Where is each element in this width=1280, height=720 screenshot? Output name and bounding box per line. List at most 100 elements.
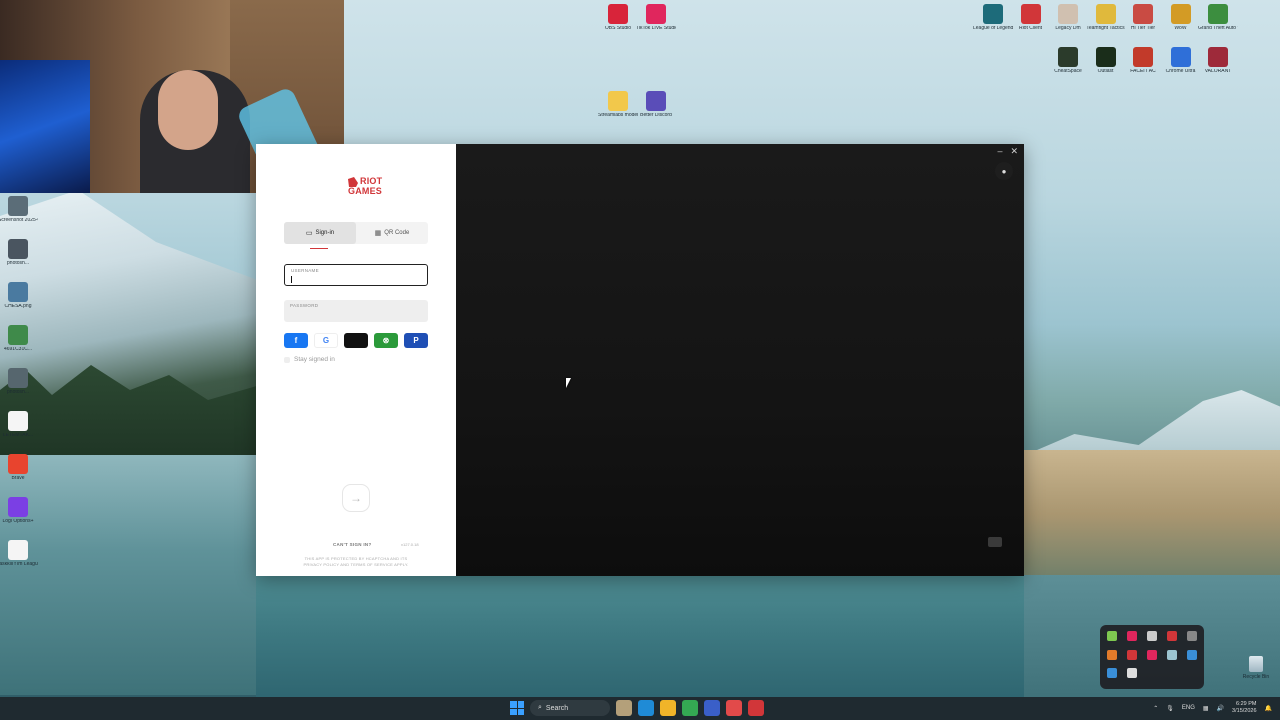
desktop-icon[interactable]: CHESA.png	[0, 282, 38, 310]
desktop-icon[interactable]: Riot Client	[1011, 4, 1051, 32]
desktop-icon[interactable]: OBS Studio	[598, 4, 638, 32]
apple-sign-in-button[interactable]	[344, 333, 368, 348]
tray-app-icon[interactable]	[1107, 668, 1117, 679]
desktop-icon[interactable]: Legacy Dm	[1048, 4, 1088, 32]
tray-app-icon[interactable]	[1127, 668, 1137, 679]
tray-app-icon[interactable]	[1187, 631, 1197, 641]
riot-client-window: RIOT GAMES ▭ Sign-in ▦ QR Code USERNAME …	[256, 144, 1024, 576]
app-icon	[646, 4, 666, 24]
recycle-bin-label: Recycle Bin	[1242, 674, 1270, 680]
desktop-icon-label: League of Legends	[973, 26, 1013, 31]
app-icon	[1095, 4, 1116, 24]
taskbar-search[interactable]: ⌕ Search	[530, 700, 610, 716]
desktop-icon[interactable]: taskkill f im LeagueClie...	[0, 540, 38, 568]
wallpaper-field-right	[1023, 450, 1280, 580]
tab-qr-code[interactable]: ▦ QR Code	[356, 222, 428, 244]
recycle-bin-icon[interactable]: Recycle Bin	[1236, 656, 1276, 680]
desktop-icon[interactable]: photosh...	[0, 239, 38, 267]
desktop-icon[interactable]: Hi Tier Tier	[1123, 4, 1163, 32]
desktop-icon-label: TikTok LIVE Studio	[636, 26, 676, 31]
taskbar-app-file-explorer[interactable]	[660, 700, 676, 716]
app-icon	[1133, 4, 1153, 24]
taskbar-app-chrome-canary[interactable]	[726, 700, 742, 716]
cant-sign-in-link[interactable]: CAN'T SIGN IN?	[333, 542, 372, 547]
taskbar-app-edge[interactable]	[638, 700, 654, 716]
mouse-cursor	[566, 378, 575, 388]
wallpaper-lake-left	[0, 455, 260, 695]
desktop-icon[interactable]: Brave	[0, 454, 38, 482]
app-icon	[8, 325, 28, 345]
desktop-icon[interactable]: Outlast	[1086, 47, 1126, 75]
start-button[interactable]	[510, 701, 524, 715]
taskbar-app-widgets[interactable]	[616, 700, 632, 716]
taskbar-app-tool[interactable]	[704, 700, 720, 716]
id-card-icon: ▭	[305, 230, 313, 237]
app-icon	[646, 91, 666, 111]
logo-text-games: GAMES	[348, 186, 383, 196]
tray-app-icon[interactable]	[1147, 649, 1157, 660]
playstation-sign-in-button[interactable]: P	[404, 333, 428, 348]
desktop-icon[interactable]: FACEIT AC	[1123, 47, 1163, 75]
close-icon[interactable]: ✕	[1010, 146, 1018, 157]
webcam-person-head	[158, 70, 218, 150]
clock[interactable]: 6:29 PM 3/15/2026	[1232, 701, 1256, 715]
language-indicator[interactable]: ENG	[1182, 705, 1195, 711]
facebook-sign-in-button[interactable]: f	[284, 333, 308, 348]
chevron-up-icon[interactable]: ⌃	[1153, 705, 1158, 712]
desktop-icon[interactable]: Streamlabs moderator	[598, 91, 638, 119]
window-controls: – ✕	[997, 146, 1018, 157]
tray-app-icon[interactable]	[1127, 631, 1137, 641]
desktop-icon[interactable]: Better Discord	[636, 91, 676, 119]
xbox-sign-in-button[interactable]: ⊗	[374, 333, 398, 348]
logo-text-riot: RIOT	[360, 176, 383, 186]
desktop-icon[interactable]: CheatSpace	[1048, 47, 1088, 75]
google-sign-in-button[interactable]: G	[314, 333, 338, 348]
tray-app-icon[interactable]	[1167, 649, 1177, 660]
username-field[interactable]: USERNAME	[284, 264, 428, 286]
minimize-icon[interactable]: –	[997, 146, 1002, 157]
desktop-icon[interactable]: Teamfight Tactics	[1086, 4, 1126, 32]
tray-app-icon[interactable]	[1107, 649, 1117, 660]
video-toggle-icon[interactable]	[988, 537, 1002, 547]
desktop-icon-label: photosh...	[7, 261, 29, 266]
network-icon[interactable]: ▦	[1203, 705, 1209, 712]
tray-app-icon[interactable]	[1107, 631, 1117, 641]
desktop-icon-label: Streamlabs moderator	[598, 113, 638, 118]
desktop-icon[interactable]: 4691C31C...	[0, 325, 38, 353]
desktop-icon[interactable]: WoW	[1161, 4, 1201, 32]
desktop-icon-label: Hi Tier Tier	[1130, 26, 1156, 31]
riot-games-logo: RIOT GAMES	[348, 176, 383, 196]
desktop-icon-label: Riot Client	[1018, 26, 1043, 31]
desktop-icon[interactable]: Grand Theft Auto V	[1198, 4, 1238, 32]
tray-app-icon[interactable]	[1167, 631, 1177, 641]
desktop-icon[interactable]: Logi Options+	[0, 497, 38, 525]
system-tray-overflow	[1100, 625, 1204, 689]
profile-button[interactable]: ●	[995, 162, 1013, 180]
taskbar-app-riot-client[interactable]	[748, 700, 764, 716]
tray-app-icon[interactable]	[1127, 649, 1137, 660]
stay-signed-in-checkbox[interactable]: Stay signed in	[284, 356, 335, 363]
legal-notice: THIS APP IS PROTECTED BY HCAPTCHA AND IT…	[276, 556, 436, 568]
desktop-icon[interactable]: TikTok LIVE Studio	[636, 4, 676, 32]
desktop-icon[interactable]: League of Legends	[973, 4, 1013, 32]
volume-icon[interactable]: 🔊	[1217, 705, 1224, 712]
desktop-icon[interactable]: VALORANT	[1198, 47, 1238, 75]
submit-arrow-button[interactable]: →	[342, 484, 370, 512]
legal-line-2[interactable]: PRIVACY POLICY AND TERMS OF SERVICE APPL…	[276, 562, 436, 568]
desktop-icon[interactable]: photosh...	[0, 368, 38, 396]
taskbar-app-chrome[interactable]	[682, 700, 698, 716]
tray-app-icon[interactable]	[1187, 649, 1197, 660]
notification-bell-icon[interactable]: 🔔	[1265, 705, 1272, 712]
app-icon	[8, 454, 28, 474]
desktop-icon[interactable]: Screenshot 2025-0...	[0, 196, 38, 224]
app-icon	[8, 368, 28, 388]
desktop-icon[interactable]: Chrome Ultra	[1161, 47, 1201, 75]
desktop-icon[interactable]: LETEMTAK...	[0, 411, 38, 439]
taskbar-center: ⌕ Search	[510, 700, 764, 716]
tab-sign-in[interactable]: ▭ Sign-in	[284, 222, 356, 249]
microphone-icon[interactable]: 🎙	[1166, 705, 1174, 712]
webcam-pc-case	[0, 60, 90, 193]
tray-app-icon[interactable]	[1147, 631, 1157, 641]
password-field[interactable]: PASSWORD	[284, 300, 428, 322]
desktop-icon-label: CHESA.png	[4, 304, 32, 309]
